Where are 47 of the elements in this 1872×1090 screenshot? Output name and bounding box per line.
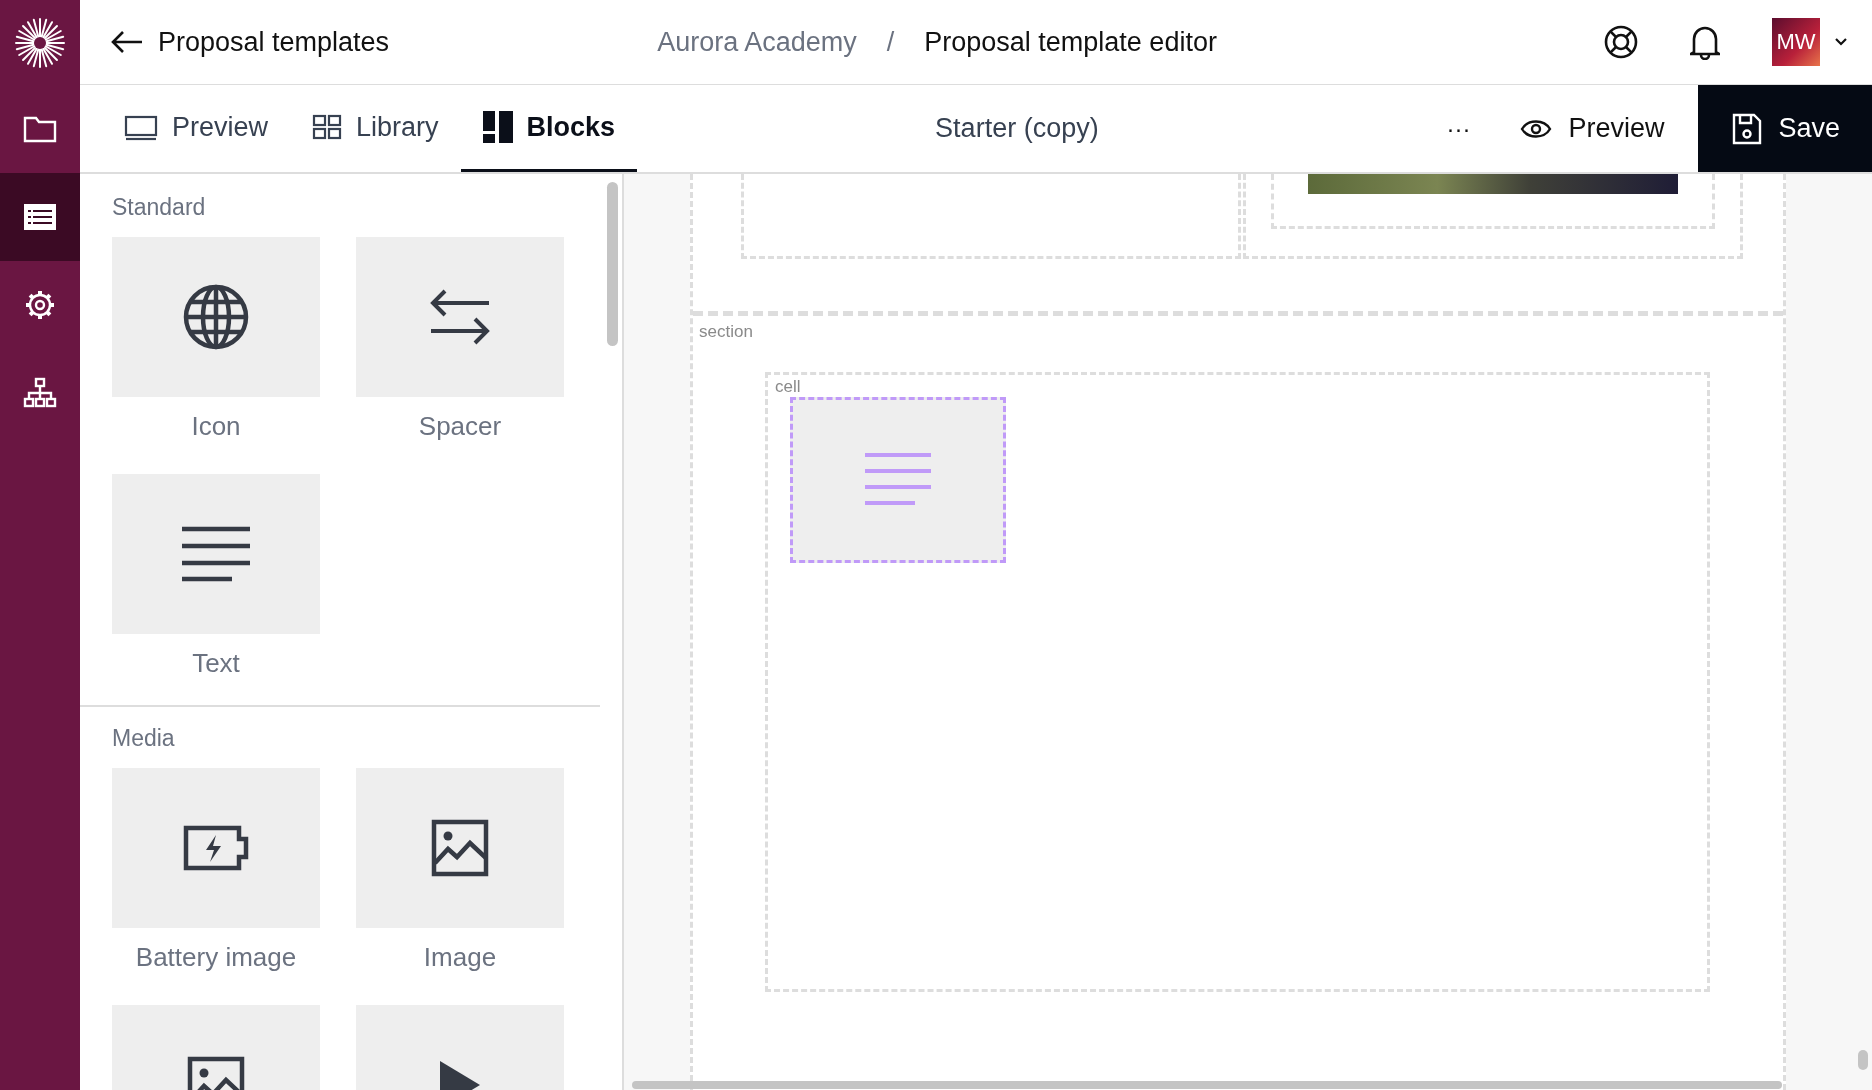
- account-menu[interactable]: MW: [1772, 18, 1848, 66]
- block-tile[interactable]: [356, 768, 564, 928]
- breadcrumb-separator: /: [886, 26, 895, 58]
- group-heading: Standard: [112, 194, 207, 221]
- user-avatar: MW: [1772, 18, 1820, 66]
- section-label: section: [699, 322, 753, 342]
- scrollbar-thumb[interactable]: [1858, 1050, 1868, 1070]
- list-icon: [23, 203, 57, 231]
- block-tile[interactable]: [112, 237, 320, 397]
- scrollbar-thumb[interactable]: [607, 182, 618, 346]
- tab[interactable]: Preview: [102, 85, 291, 172]
- image-icon: [431, 819, 489, 877]
- text-lines-icon: [865, 453, 931, 507]
- settings-icon: [24, 289, 56, 321]
- globe-icon: [183, 284, 249, 350]
- blocks-icon: [482, 111, 513, 143]
- template-title: Starter (copy): [935, 113, 1099, 144]
- more-button[interactable]: ···: [1416, 85, 1501, 172]
- block-tile[interactable]: [112, 768, 320, 928]
- text-lines-icon: [182, 526, 250, 582]
- notification-bell-icon[interactable]: [1690, 24, 1720, 60]
- battery-bolt-icon: [183, 825, 249, 871]
- breadcrumb-current: Proposal template editor: [924, 26, 1217, 58]
- block-label: Image: [422, 942, 498, 973]
- block-label: Text: [191, 648, 241, 679]
- scrollbar-thumb[interactable]: [632, 1081, 1782, 1089]
- hierarchy-icon: [23, 377, 57, 409]
- group-heading: Media: [112, 725, 176, 752]
- grid-icon: [312, 114, 343, 140]
- folder-icon: [23, 115, 57, 143]
- sunburst-logo-icon[interactable]: [14, 16, 66, 69]
- help-lifebuoy-icon[interactable]: [1604, 25, 1638, 59]
- tab[interactable]: Blocks: [460, 85, 638, 172]
- block-label: Battery image: [134, 942, 298, 973]
- back-link[interactable]: Proposal templates: [110, 26, 390, 58]
- block-label: Spacer: [417, 411, 503, 442]
- back-arrow-icon: [110, 30, 144, 54]
- cell-label: cell: [775, 377, 801, 397]
- chevron-down-icon: [1834, 37, 1848, 47]
- preview-button[interactable]: Preview: [1500, 85, 1699, 172]
- block-tile[interactable]: [112, 474, 320, 634]
- block-tile[interactable]: [356, 237, 564, 397]
- breadcrumb-link[interactable]: Aurora Academy: [657, 26, 857, 58]
- block-label: Icon: [190, 411, 242, 442]
- tab[interactable]: Library: [290, 85, 461, 172]
- monitor-icon: [124, 113, 158, 141]
- save-button[interactable]: Save: [1698, 85, 1872, 172]
